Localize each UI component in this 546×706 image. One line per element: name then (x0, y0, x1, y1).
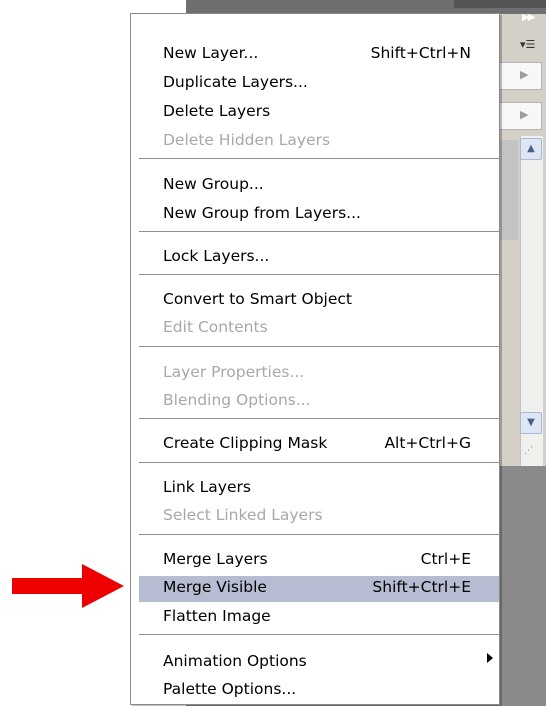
menu-separator (139, 462, 499, 463)
menu-item-label: Select Linked Layers (163, 506, 323, 524)
menu-item-layer-properties: Layer Properties... (139, 361, 499, 387)
menu-item-label: Link Layers (163, 478, 251, 496)
menu-separator (139, 534, 499, 535)
fill-arrow-icon[interactable]: ▶ (520, 108, 528, 121)
menu-item-label: Lock Layers... (163, 247, 270, 265)
menu-separator (139, 158, 499, 159)
menu-item-delete-layers[interactable]: Delete Layers (139, 100, 499, 126)
palette-menu-icon[interactable]: ▾☰ (520, 38, 535, 51)
menu-separator (139, 418, 499, 419)
menu-item-label: Delete Hidden Layers (163, 131, 331, 149)
menu-item-merge-visible[interactable]: Merge Visible Shift+Ctrl+E (139, 576, 499, 602)
menu-item-label: New Group... (163, 175, 264, 193)
menu-item-label: Merge Layers (163, 550, 268, 568)
opacity-arrow-icon[interactable]: ▶ (520, 68, 528, 81)
menu-item-animation-options[interactable]: Animation Options (139, 650, 499, 676)
red-arrow-icon (12, 564, 124, 608)
menu-item-label: Edit Contents (163, 318, 268, 336)
menu-separator (139, 231, 499, 232)
menu-item-duplicate-layers[interactable]: Duplicate Layers... (139, 71, 499, 97)
menu-item-new-layer[interactable]: New Layer... Shift+Ctrl+N (139, 42, 499, 68)
menu-item-shortcut: Ctrl+E (420, 550, 471, 568)
menu-item-new-group[interactable]: New Group... (139, 173, 499, 199)
scroll-down-icon[interactable]: ▼ (520, 412, 542, 434)
menu-item-shortcut: Shift+Ctrl+N (370, 44, 471, 62)
opacity-field[interactable] (496, 62, 542, 90)
fill-field[interactable] (496, 102, 542, 130)
menu-item-edit-contents: Edit Contents (139, 316, 499, 342)
menu-item-palette-options[interactable]: Palette Options... (139, 678, 499, 704)
menu-item-lock-layers[interactable]: Lock Layers... (139, 245, 499, 271)
menu-item-label: Duplicate Layers... (163, 73, 308, 91)
menu-item-label: Layer Properties... (163, 363, 305, 381)
menu-item-new-group-from-layers[interactable]: New Group from Layers... (139, 202, 499, 228)
scroll-up-icon[interactable]: ▲ (520, 138, 542, 160)
menu-item-flatten-image[interactable]: Flatten Image (139, 605, 499, 631)
menu-item-label: Flatten Image (163, 607, 271, 625)
layers-palette-menu: New Layer... Shift+Ctrl+N Duplicate Laye… (130, 13, 500, 705)
menu-item-convert-to-smart-object[interactable]: Convert to Smart Object (139, 288, 499, 314)
submenu-arrow-icon (487, 653, 493, 663)
menu-item-label: New Group from Layers... (163, 204, 361, 222)
menu-item-label: Merge Visible (163, 578, 267, 596)
collapse-palette-icon[interactable]: ▶▶ (522, 12, 535, 23)
menu-item-delete-hidden-layers: Delete Hidden Layers (139, 129, 499, 155)
menu-item-label: Create Clipping Mask (163, 434, 328, 452)
palette-titlebar-dark (454, 0, 546, 8)
menu-item-merge-layers[interactable]: Merge Layers Ctrl+E (139, 548, 499, 574)
menu-item-label: New Layer... (163, 44, 259, 62)
menu-separator (139, 274, 499, 275)
menu-item-label: Delete Layers (163, 102, 271, 120)
layers-list-selection (500, 140, 518, 240)
menu-item-shortcut: Shift+Ctrl+E (372, 578, 471, 596)
menu-item-blending-options: Blending Options... (139, 389, 499, 415)
menu-item-label: Animation Options (163, 652, 307, 670)
menu-separator (139, 634, 499, 635)
menu-item-label: Convert to Smart Object (163, 290, 352, 308)
resize-grip-icon[interactable]: ⋰ (524, 446, 533, 456)
menu-item-create-clipping-mask[interactable]: Create Clipping Mask Alt+Ctrl+G (139, 432, 499, 458)
menu-item-label: Blending Options... (163, 391, 311, 409)
menu-item-select-linked-layers: Select Linked Layers (139, 504, 499, 530)
menu-separator (139, 346, 499, 347)
menu-item-link-layers[interactable]: Link Layers (139, 476, 499, 502)
menu-item-shortcut: Alt+Ctrl+G (384, 434, 471, 452)
menu-item-label: Palette Options... (163, 680, 297, 698)
